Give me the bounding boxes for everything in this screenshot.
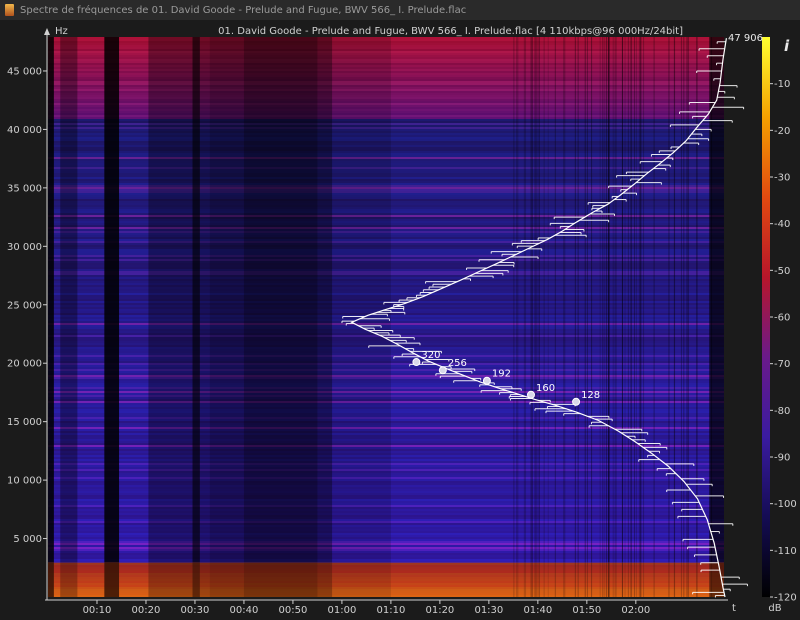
spectrogram-chart: 5 000 10 000 15 000 20 000 25 000 30 000 35 00… xyxy=(0,20,800,620)
colorbar-tick-label: -90 xyxy=(774,453,790,464)
colorbar-gradient-bar xyxy=(762,37,770,597)
bitrate-marker-label: 160 xyxy=(536,383,555,394)
colorbar-tick-label: -40 xyxy=(774,219,790,230)
colorbar-tick-label: -100 xyxy=(774,499,797,510)
window-title: Spectre de fréquences de 01. David Goode… xyxy=(20,4,467,16)
x-tick-label: 00:40 xyxy=(230,605,259,616)
y-tick-label: 25 000 xyxy=(7,300,42,311)
x-tick-label: 01:10 xyxy=(376,605,405,616)
y-tick-label: 40 000 xyxy=(7,125,42,136)
chart-title: 01. David Goode - Prelude and Fugue, BWV… xyxy=(218,26,683,37)
y-tick-label: 35 000 xyxy=(7,183,42,194)
y-tick-label: 45 000 xyxy=(7,66,42,77)
x-axis-label: t xyxy=(732,603,736,614)
x-tick-label: 01:20 xyxy=(425,605,454,616)
x-tick-label: 00:10 xyxy=(83,605,112,616)
y-tick-label: 15 000 xyxy=(7,417,42,428)
x-tick-label: 01:50 xyxy=(572,605,601,616)
bitrate-marker-label: 320 xyxy=(421,350,440,361)
x-tick-label: 01:00 xyxy=(327,605,356,616)
x-tick-label: 00:20 xyxy=(132,605,161,616)
y-max-label: 47 906 xyxy=(728,33,763,44)
colorbar-tick-label: -10 xyxy=(774,79,790,90)
colorbar-tick-label: -30 xyxy=(774,173,790,184)
bitrate-marker xyxy=(412,358,421,367)
colorbar-tick-label: -110 xyxy=(774,546,797,557)
colorbar-tick-label: -70 xyxy=(774,359,790,370)
colorbar-tick-label: -50 xyxy=(774,266,790,277)
x-tick-label: 00:30 xyxy=(181,605,210,616)
y-tick-label: 20 000 xyxy=(7,359,42,370)
colorbar-tick-label: -60 xyxy=(774,313,790,324)
bitrate-marker-label: 128 xyxy=(581,390,600,401)
plot-area xyxy=(48,37,724,597)
app-icon xyxy=(5,4,14,16)
colorbar-tick-label: -20 xyxy=(774,126,790,137)
bitrate-marker xyxy=(438,366,447,375)
colorbar-tick-label: -80 xyxy=(774,406,790,417)
y-tick-label: 10 000 xyxy=(7,476,42,487)
colorbar-label: dB xyxy=(768,603,781,614)
bitrate-marker xyxy=(572,397,581,406)
bitrate-marker xyxy=(526,390,535,399)
y-tick-label: 30 000 xyxy=(7,242,42,253)
bitrate-marker-label: 192 xyxy=(492,369,511,380)
y-axis-label: Hz xyxy=(55,26,68,37)
title-bar: Spectre de fréquences de 01. David Goode… xyxy=(0,0,800,21)
colorbar-tick-label: -120 xyxy=(774,593,797,604)
y-tick-label: 5 000 xyxy=(13,534,42,545)
info-icon[interactable]: i xyxy=(784,37,790,55)
x-tick-label: 00:50 xyxy=(279,605,308,616)
x-tick-label: 01:30 xyxy=(474,605,503,616)
x-tick-label: 02:00 xyxy=(621,605,650,616)
x-tick-label: 01:40 xyxy=(523,605,552,616)
bitrate-marker xyxy=(482,376,491,385)
bitrate-marker-label: 256 xyxy=(448,358,467,369)
quiet-passages xyxy=(48,37,724,597)
